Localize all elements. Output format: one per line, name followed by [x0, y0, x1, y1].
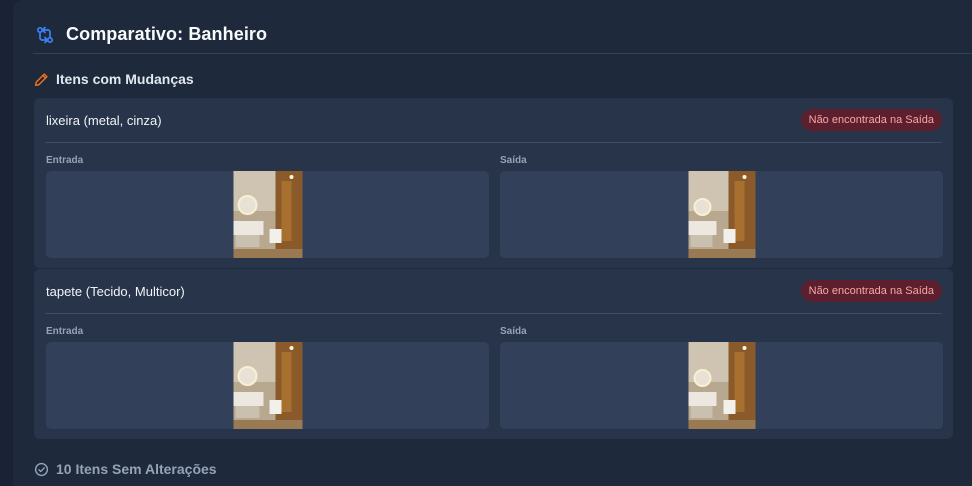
entrada-label: Entrada [46, 326, 84, 337]
entrada-photo[interactable] [46, 171, 489, 258]
unchanged-section-label: 10 Itens Sem Alterações [56, 461, 217, 477]
pencil-icon [34, 72, 48, 86]
entrada-label: Entrada [46, 155, 84, 166]
saida-photo[interactable] [500, 171, 943, 258]
saida-label: Saída [500, 155, 527, 166]
bathroom-photo [688, 171, 755, 258]
changed-item-card: lixeira (metal, cinza) Não encontrada na… [34, 98, 953, 268]
saida-photo[interactable] [500, 342, 943, 429]
entrada-photo[interactable] [46, 342, 489, 429]
compare-arrows-icon [36, 26, 54, 44]
changes-section-title[interactable]: Itens com Mudanças [34, 71, 194, 87]
unchanged-section-title[interactable]: 10 Itens Sem Alterações [34, 461, 217, 477]
item-name: tapete (Tecido, Multicor) [46, 284, 185, 299]
page-title: Comparativo: Banheiro [66, 24, 268, 44]
divider [45, 313, 942, 314]
panel-header: Comparativo: Banheiro [33, 22, 972, 54]
status-badge: Não encontrada na Saída [800, 109, 942, 131]
changes-section-label: Itens com Mudanças [56, 71, 194, 87]
status-badge: Não encontrada na Saída [800, 280, 942, 302]
bathroom-photo [233, 342, 302, 429]
bathroom-photo [688, 342, 755, 429]
check-circle-icon [34, 462, 49, 476]
comparison-panel: Comparativo: Banheiro Itens com Mudanças… [13, 0, 972, 486]
saida-label: Saída [500, 326, 527, 337]
bathroom-photo [233, 171, 302, 258]
changed-item-card: tapete (Tecido, Multicor) Não encontrada… [34, 269, 953, 439]
item-name: lixeira (metal, cinza) [46, 113, 162, 128]
divider [45, 142, 942, 143]
